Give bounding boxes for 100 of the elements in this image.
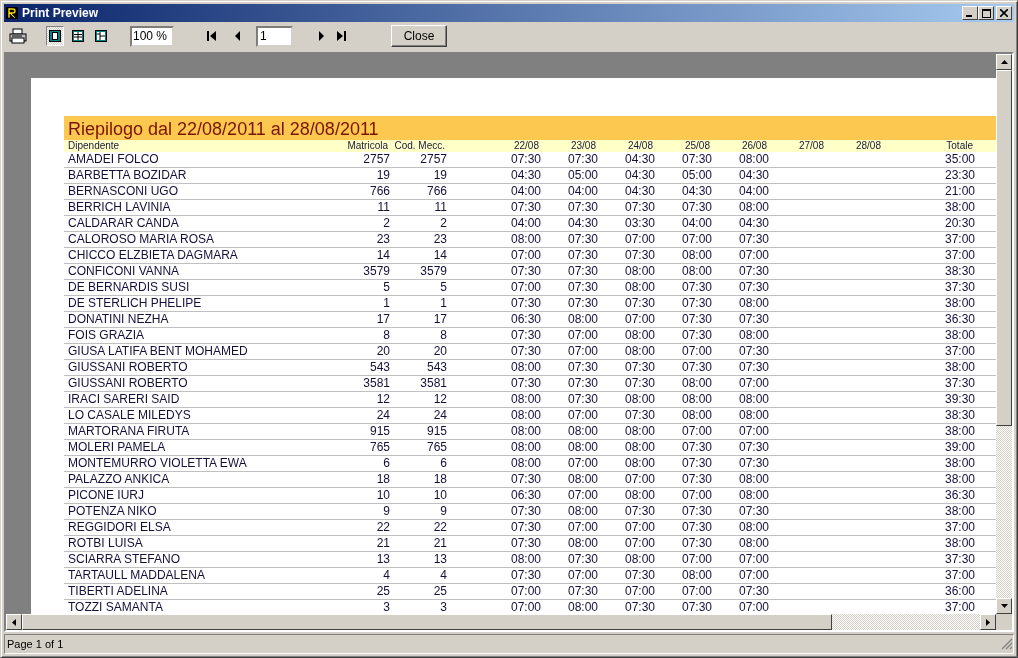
table-cell-text: 07:30 [509,520,541,535]
table-cell-text: 04:00 [509,216,541,231]
table-cell-text: 04:30 [680,184,712,199]
employee-name: CALOROSO MARIA ROSA [68,232,216,247]
view-mode-button[interactable] [46,26,64,46]
resize-grip-icon[interactable] [1001,638,1013,650]
vertical-scrollbar[interactable] [996,54,1012,614]
table-cell-text: 04:00 [680,216,712,231]
table-cell-text: 2 [439,216,447,231]
table-cell-text: 08:00 [509,360,541,375]
table-cell-text: 05:00 [680,168,712,183]
table-cell-text: 9 [439,504,447,519]
table-cell-text: 07:00 [680,424,712,439]
scroll-down-icon[interactable] [996,598,1012,614]
table-cell-text: 37:00 [943,232,975,247]
table-cell-text: 04:00 [566,184,598,199]
employee-name: DE STERLICH PHELIPE [68,296,203,311]
table-cell-text: 07:30 [680,600,712,614]
table-cell-text: 12 [432,392,447,407]
employee-name: BERRICH LAVINIA [68,200,172,215]
zoom-field[interactable]: 100 % [130,25,174,47]
table-cell-text: 765 [368,440,390,455]
close-preview-button[interactable]: Close [391,25,447,47]
table-cell-text: 07:30 [509,504,541,519]
employee-name: PALAZZO ANKICA [68,472,171,487]
table-cell-text: 39:30 [943,392,975,407]
employee-name: GIUSSANI ROBERTO [68,376,189,391]
table-cell-text: 07:00 [737,552,769,567]
printer-icon [9,28,27,44]
scrollbar-thumb[interactable] [996,70,1012,426]
table-cell-text: 08:00 [737,296,769,311]
table-cell-text: 07:30 [623,200,655,215]
table-cell-text: 07:00 [566,328,598,343]
table-cell-text: 1 [382,296,390,311]
scroll-up-icon[interactable] [996,54,1012,70]
table-cell-text: 21:00 [943,184,975,199]
table-cell-text: 38:30 [943,264,975,279]
table-cell-text: 24 [375,408,390,423]
table-cell-text: 07:30 [566,152,598,167]
table-cell-text: 07:30 [623,248,655,263]
scrollbar-thumb[interactable] [22,614,832,630]
table-cell-text: 07:00 [566,488,598,503]
table-cell-text: 07:30 [509,344,541,359]
table-cell-text: 1 [439,296,447,311]
employee-name: BARBETTA BOZIDAR [68,168,188,183]
table-cell-text: 08:00 [623,456,655,471]
table-cell-text: 3 [382,600,390,614]
table-cell-text: 08:00 [737,152,769,167]
table-cell-text: 07:30 [509,376,541,391]
scroll-left-icon[interactable] [6,614,22,630]
table-cell-text: 07:30 [623,360,655,375]
table-cell-text: 37:30 [943,376,975,391]
table-cell-text: 23 [432,232,447,247]
table-cell-text: 766 [425,184,447,199]
table-cell-text: 2757 [362,152,390,167]
close-button[interactable] [996,6,1012,20]
table-cell-text: 04:00 [509,184,541,199]
status-text: Page 1 of 1 [7,638,64,650]
table-cell-text: 38:00 [943,456,975,471]
table-cell-text: 07:30 [623,600,655,614]
employee-name: MONTEMURRO VIOLETTA EWA [68,456,248,471]
employee-name: SCIARRA STEFANO [68,552,182,567]
table-cell-text: 38:00 [943,536,975,551]
table-cell-text: 07:30 [737,344,769,359]
table-cell-text: 07:30 [566,200,598,215]
maximize-button[interactable] [978,6,994,20]
table-cell-text: 07:30 [623,296,655,311]
employee-name: BERNASCONI UGO [68,184,179,199]
minimize-button[interactable] [962,6,978,20]
table-cell-text: 2757 [419,152,447,167]
table-cell-text: 08:00 [566,536,598,551]
table-cell-text: 2 [382,216,390,231]
table-cell-text: 07:00 [737,376,769,391]
table-cell-text: 08:00 [509,392,541,407]
table-cell-text: 25 [432,584,447,599]
employee-name: POTENZA NIKO [68,504,158,519]
table-cell-text: 20 [432,344,447,359]
table-cell-text: 5 [382,280,390,295]
table-cell-text: 36:30 [943,488,975,503]
column-header: Dipendente [68,140,121,152]
table-cell-text: 07:00 [737,248,769,263]
table-cell-text: 08:00 [623,328,655,343]
table-cell-text: 11 [376,200,390,215]
horizontal-scrollbar[interactable] [6,614,996,630]
scroll-right-icon[interactable] [980,614,996,630]
print-button[interactable] [8,27,28,45]
table-cell-text: 20 [375,344,390,359]
column-header: Cod. Mecc. [393,140,446,152]
column-header: 23/08 [569,140,597,152]
page-field[interactable]: 1 [256,25,293,47]
table-cell-text: 08:00 [623,280,655,295]
table-cell-text: 6 [439,456,447,471]
table-cell-text: 07:30 [680,472,712,487]
employee-name: REGGIDORI ELSA [68,520,172,535]
column-header: 28/08 [854,140,882,152]
table-cell-text: 38:00 [943,328,975,343]
table-cell-text: 07:00 [566,456,598,471]
table-cell-text: 37:30 [943,280,975,295]
table-cell-text: 08:00 [737,328,769,343]
last-page-icon [335,30,347,42]
